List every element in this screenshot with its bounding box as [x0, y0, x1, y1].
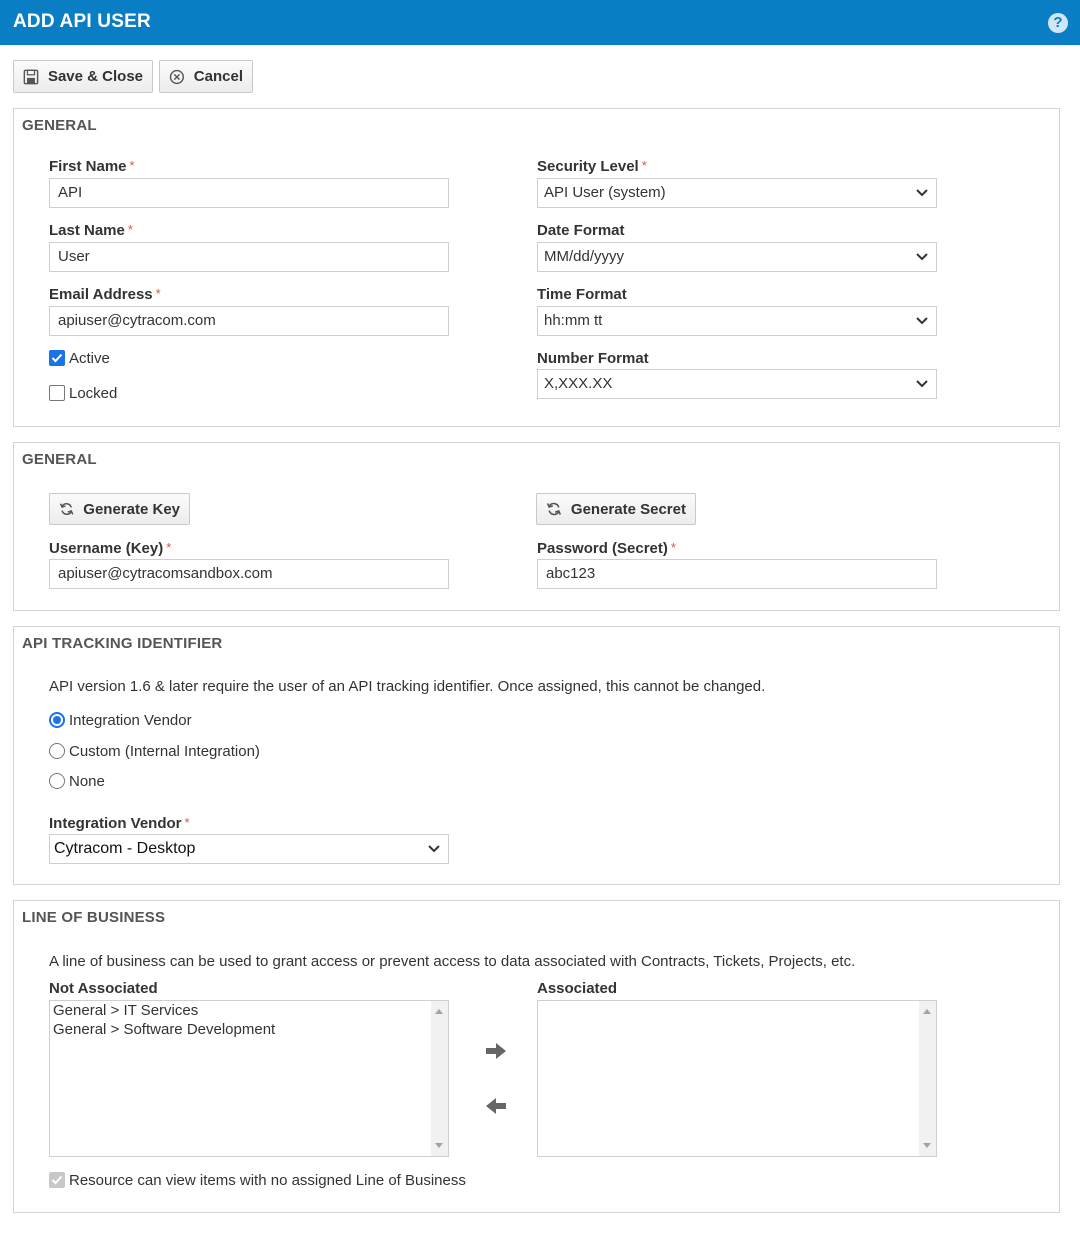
- scrollbar[interactable]: [431, 1001, 448, 1156]
- cancel-icon: [169, 69, 185, 84]
- chevron-down-icon: [916, 253, 928, 261]
- generate-secret-label: Generate Secret: [570, 500, 686, 518]
- first-name-field[interactable]: API: [49, 178, 449, 208]
- generate-key-label: Generate Key: [83, 500, 180, 518]
- chevron-down-icon: [916, 317, 928, 325]
- locked-label: Locked: [69, 385, 118, 402]
- username-label: Username (Key) *: [49, 540, 172, 557]
- number-format-label: Number Format: [537, 350, 649, 367]
- line-of-business-section: LINE OF BUSINESS A line of business can …: [13, 900, 1060, 1213]
- arrow-left-icon[interactable]: [484, 1096, 508, 1116]
- associated-label: Associated: [537, 980, 618, 997]
- tracking-section: API TRACKING IDENTIFIER API version 1.6 …: [13, 626, 1060, 885]
- first-name-label: First Name *: [49, 158, 135, 175]
- username-field[interactable]: apiuser@cytracomsandbox.com: [49, 559, 449, 589]
- section-title: GENERAL: [22, 117, 97, 134]
- credentials-section: GENERAL Generate Key Generate Secret Use…: [13, 442, 1060, 611]
- chevron-down-icon: [916, 380, 928, 388]
- general-section: GENERAL First Name * API Last Name * User …: [13, 108, 1060, 427]
- page-title: ADD API USER: [13, 11, 151, 32]
- cancel-button[interactable]: Cancel: [159, 60, 253, 93]
- not-associated-label: Not Associated: [49, 980, 158, 997]
- custom-integration-option: Custom (Internal Integration): [69, 743, 260, 760]
- checkmark-icon: [51, 1175, 63, 1185]
- integration-vendor-label: Integration Vendor *: [49, 815, 190, 832]
- refresh-icon: [59, 502, 74, 516]
- security-level-select[interactable]: API User (system): [537, 178, 937, 208]
- active-checkbox[interactable]: [49, 350, 65, 366]
- list-item[interactable]: General > IT Services: [50, 1001, 448, 1020]
- last-name-field[interactable]: User: [49, 242, 449, 272]
- refresh-icon: [546, 502, 562, 516]
- number-format-select[interactable]: X,XXX.XX: [537, 369, 937, 399]
- date-format-value: MM/dd/yyyy: [544, 248, 625, 265]
- custom-integration-radio[interactable]: [49, 743, 65, 759]
- integration-vendor-option: Integration Vendor: [69, 712, 192, 729]
- save-icon: [23, 69, 39, 84]
- date-format-label: Date Format: [537, 222, 625, 239]
- integration-vendor-select[interactable]: Cytracom - Desktop: [49, 834, 449, 864]
- save-close-label: Save & Close: [47, 68, 143, 85]
- generate-key-button[interactable]: Generate Key: [49, 493, 190, 525]
- security-level-value: API User (system): [544, 184, 666, 201]
- last-name-label: Last Name *: [49, 222, 133, 239]
- list-item[interactable]: General > Software Development: [50, 1020, 448, 1039]
- generate-secret-button[interactable]: Generate Secret: [536, 493, 696, 525]
- not-associated-list[interactable]: General > IT Services General > Software…: [49, 1000, 449, 1157]
- number-format-value: X,XXX.XX: [544, 375, 613, 392]
- checkmark-icon: [51, 353, 63, 363]
- no-lob-label: Resource can view items with no assigned…: [69, 1172, 466, 1189]
- scrollbar[interactable]: [919, 1001, 936, 1156]
- integration-vendor-radio[interactable]: [49, 712, 65, 728]
- tracking-description: API version 1.6 & later require the user…: [49, 678, 766, 695]
- section-title: LINE OF BUSINESS: [22, 909, 166, 926]
- cancel-label: Cancel: [193, 68, 243, 85]
- email-label: Email Address *: [49, 286, 161, 303]
- section-title: GENERAL: [22, 451, 97, 468]
- section-title: API TRACKING IDENTIFIER: [22, 635, 223, 652]
- security-level-label: Security Level *: [537, 158, 647, 175]
- active-label: Active: [69, 350, 110, 367]
- time-format-label: Time Format: [537, 286, 627, 303]
- help-icon[interactable]: ?: [1048, 13, 1068, 33]
- password-field[interactable]: abc123: [537, 559, 937, 589]
- time-format-select[interactable]: hh:mm tt: [537, 306, 937, 336]
- none-radio[interactable]: [49, 773, 65, 789]
- locked-checkbox[interactable]: [49, 385, 65, 401]
- chevron-down-icon: [428, 845, 440, 853]
- associated-list[interactable]: [537, 1000, 937, 1157]
- chevron-down-icon: [916, 189, 928, 197]
- password-label: Password (Secret) *: [537, 540, 676, 557]
- arrow-right-icon[interactable]: [484, 1041, 508, 1061]
- integration-vendor-value: Cytracom - Desktop: [54, 840, 196, 857]
- time-format-value: hh:mm tt: [544, 312, 603, 329]
- save-close-button[interactable]: Save & Close: [13, 60, 153, 93]
- email-field[interactable]: apiuser@cytracom.com: [49, 306, 449, 336]
- date-format-select[interactable]: MM/dd/yyyy: [537, 242, 937, 272]
- none-option: None: [69, 773, 105, 790]
- lob-description: A line of business can be used to grant …: [49, 953, 856, 970]
- no-lob-checkbox[interactable]: [49, 1172, 65, 1188]
- title-bar: ADD API USER ?: [0, 0, 1080, 45]
